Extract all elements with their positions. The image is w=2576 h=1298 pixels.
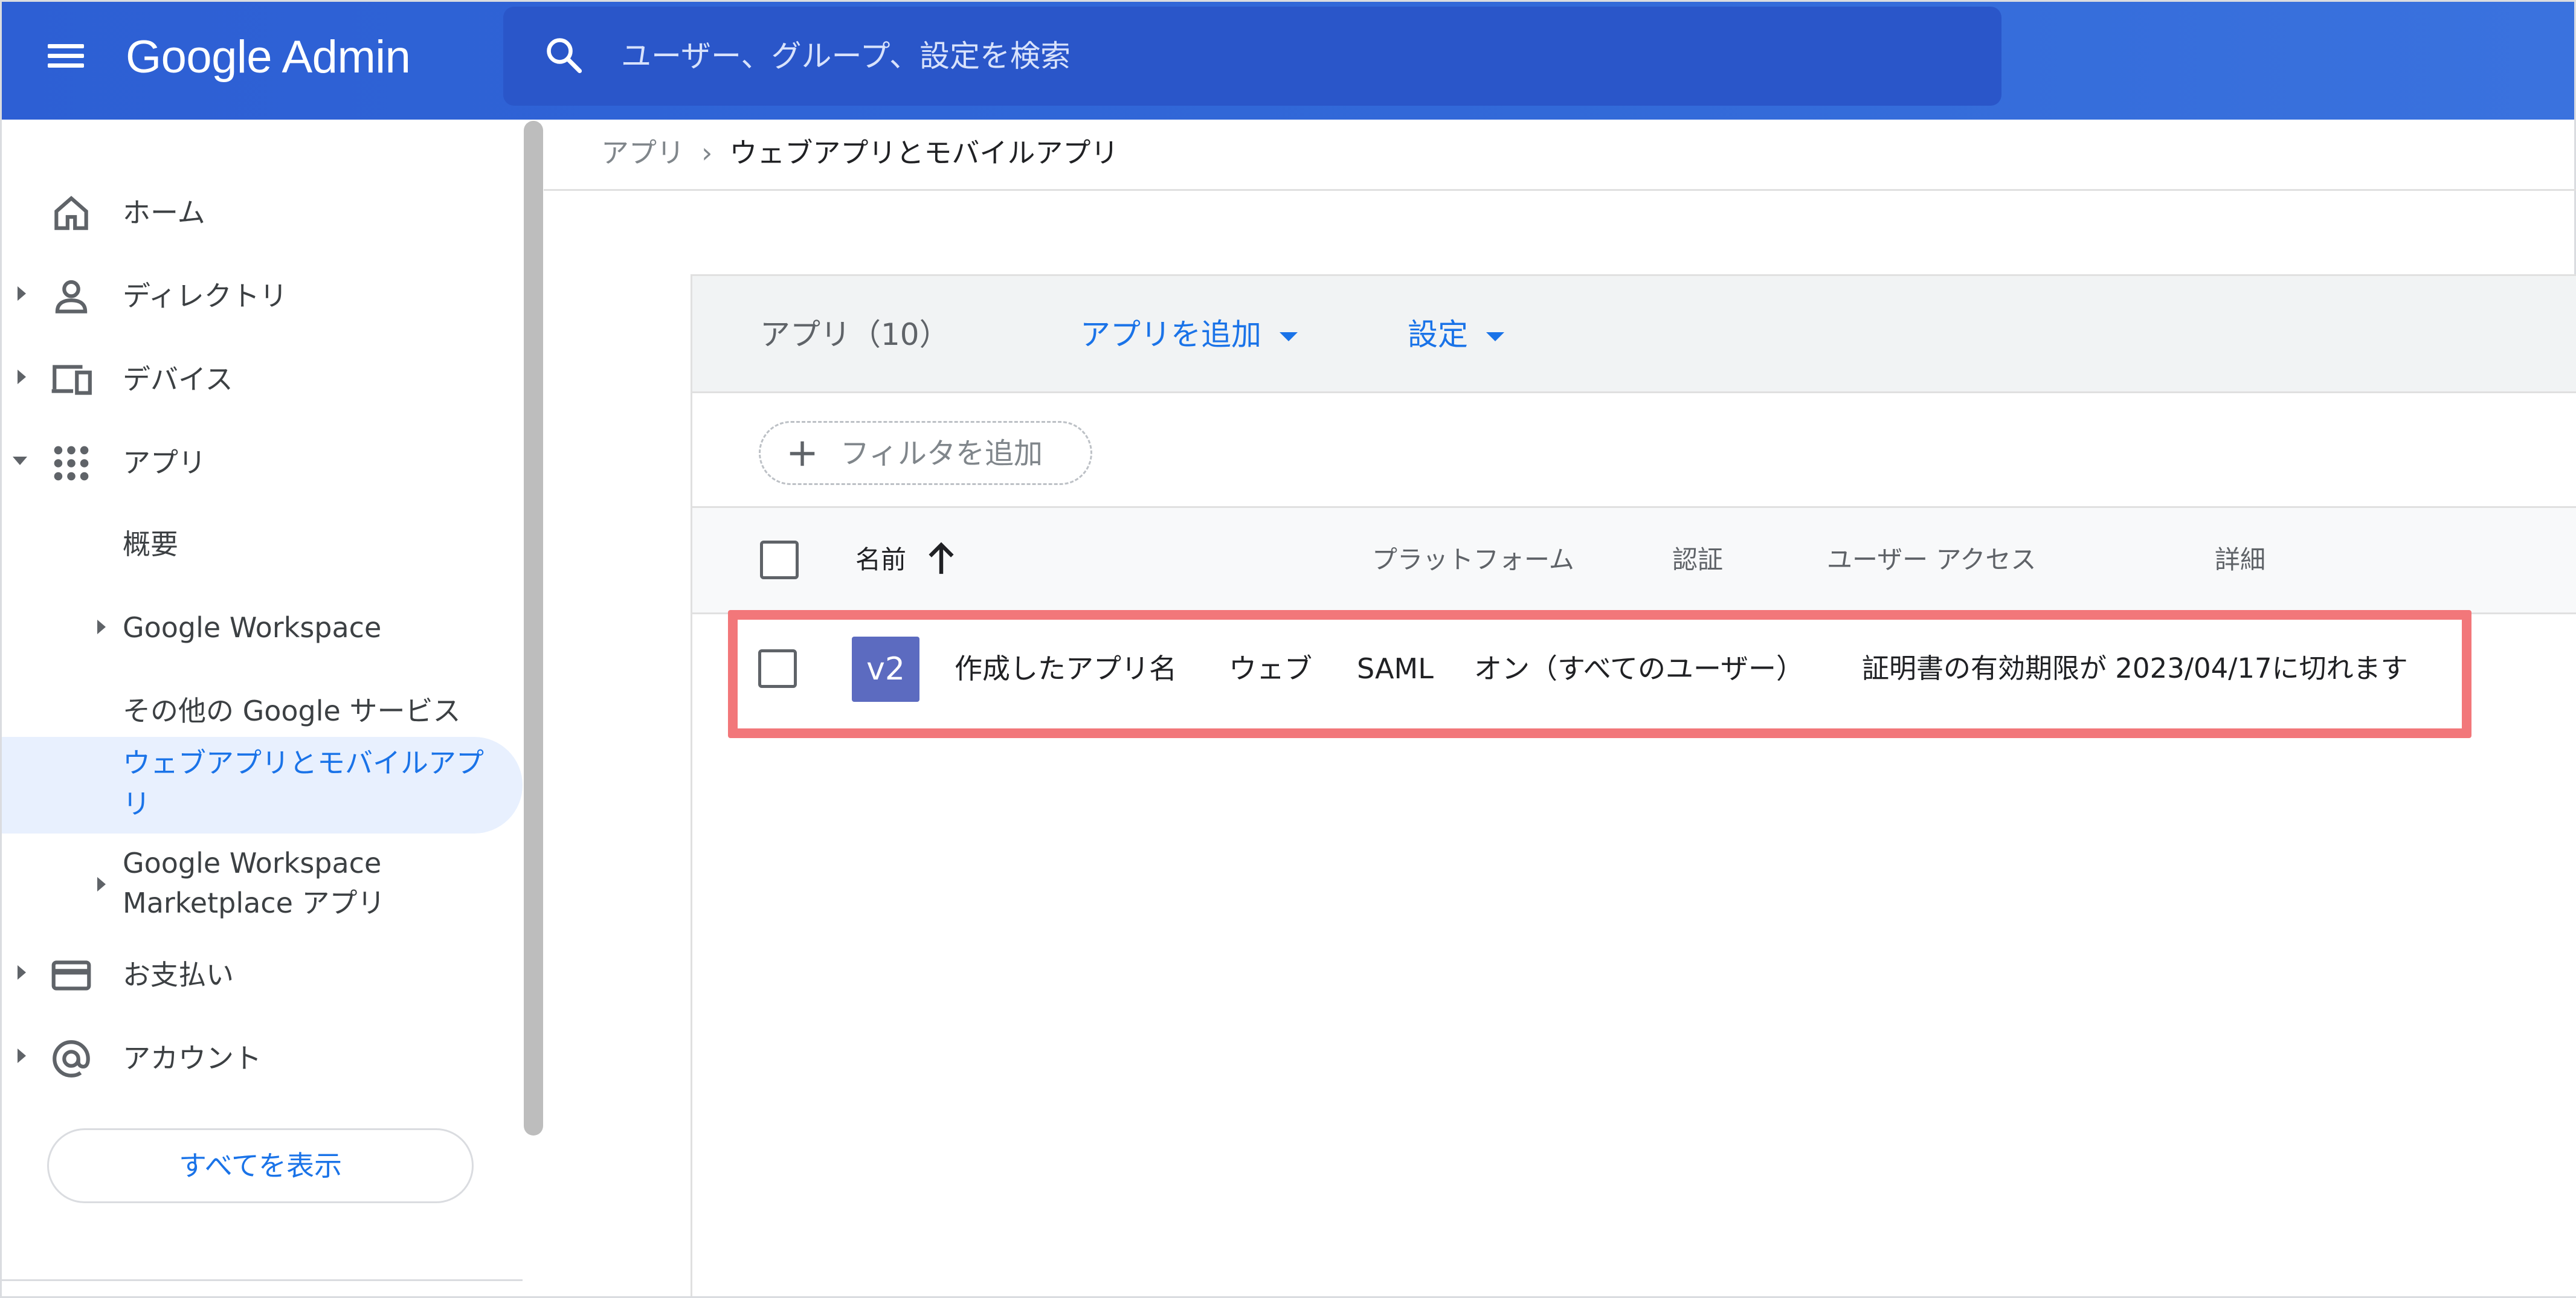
sidebar-item-account[interactable]: アカウント: [2, 1020, 521, 1092]
expand-arrow-icon[interactable]: [18, 370, 26, 384]
sidebar-subitem-other-google-services[interactable]: その他の Google サービス: [2, 674, 523, 747]
add-filter-button[interactable]: フィルタを追加: [759, 421, 1092, 485]
sidebar-item-label: アカウント: [123, 1042, 262, 1075]
sidebar-divider: [2, 1279, 523, 1281]
at-sign-icon: [53, 1040, 90, 1078]
sidebar-subitem-label: Marketplace アプリ: [123, 887, 385, 919]
breadcrumb-separator-icon: ›: [701, 137, 713, 169]
breadcrumb-link-apps[interactable]: アプリ: [601, 137, 684, 169]
sidebar-subitem-label: リ: [123, 788, 150, 820]
add-filter-label: フィルタを追加: [840, 437, 1043, 471]
expand-arrow-icon[interactable]: [18, 286, 26, 301]
sidebar-item-devices[interactable]: デバイス: [2, 341, 521, 413]
plus-icon: [790, 441, 815, 466]
sidebar-subitem-label: Google Workspace: [123, 611, 382, 644]
column-header-details[interactable]: 詳細: [2215, 542, 2265, 578]
expand-arrow-icon[interactable]: [18, 965, 26, 980]
column-header-auth[interactable]: 認証: [1672, 542, 1723, 578]
person-icon: [55, 280, 88, 313]
sidebar-subitem-label: ウェブアプリとモバイルアプ: [123, 747, 484, 779]
search-input[interactable]: ユーザー、グループ、設定を検索: [503, 7, 2001, 106]
filter-bar: フィルタを追加: [692, 393, 2576, 508]
collapse-arrow-icon[interactable]: [13, 457, 27, 465]
breadcrumb: アプリ › ウェブアプリとモバイルアプリ: [601, 133, 1118, 173]
sort-ascending-icon[interactable]: [924, 539, 958, 578]
settings-label: 設定: [1408, 317, 1468, 352]
home-icon: [54, 196, 88, 230]
add-app-label: アプリを追加: [1080, 317, 1261, 352]
apps-count: アプリ（10）: [760, 317, 950, 352]
sidebar-subitem-label: その他の Google サービス: [123, 695, 461, 727]
sidebar-item-label: アプリ: [123, 446, 206, 479]
add-app-button[interactable]: アプリを追加: [1080, 315, 1298, 355]
sidebar-item-billing[interactable]: お支払い: [2, 936, 521, 1009]
sidebar-item-label: ホーム: [123, 196, 205, 229]
settings-button[interactable]: 設定: [1408, 315, 1504, 355]
breadcrumb-divider: [544, 189, 2576, 191]
sidebar-subitem-web-mobile-apps[interactable]: ウェブアプリとモバイルアプ リ: [2, 737, 523, 834]
sidebar-item-directory[interactable]: ディレクトリ: [2, 257, 521, 330]
dropdown-caret-icon: [1280, 332, 1298, 341]
expand-arrow-icon[interactable]: [97, 877, 106, 892]
search-icon: [547, 38, 582, 74]
expand-arrow-icon[interactable]: [18, 1049, 26, 1063]
column-header-platform[interactable]: プラットフォーム: [1372, 542, 1574, 578]
highlight-box: [728, 610, 2471, 738]
sidebar-subitem-label: Google Workspace: [123, 847, 382, 879]
sidebar-subitem-marketplace-apps[interactable]: Google Workspace Marketplace アプリ: [2, 842, 523, 929]
hamburger-menu-icon[interactable]: [44, 39, 88, 72]
column-header-name[interactable]: 名前: [855, 542, 906, 578]
sidebar: ホーム ディレクトリ デバイス アプリ 概要 Google Workspace …: [2, 120, 523, 1296]
select-all-checkbox[interactable]: [760, 541, 799, 579]
credit-card-icon: [51, 960, 91, 991]
google-admin-logo[interactable]: Google Admin: [126, 27, 411, 88]
sidebar-item-apps[interactable]: アプリ: [2, 424, 521, 496]
apps-card: アプリ（10） アプリを追加 設定 フィルタを追加 名前 プラットフォーム 認証…: [691, 274, 2576, 1296]
show-all-button[interactable]: すべてを表示: [47, 1128, 474, 1203]
sidebar-subitem-label: 概要: [123, 528, 178, 561]
table-header: 名前 プラットフォーム 認証 ユーザー アクセス 詳細: [692, 508, 2576, 614]
card-toolbar: アプリ（10） アプリを追加 設定: [692, 276, 2576, 393]
sidebar-item-home[interactable]: ホーム: [2, 174, 521, 246]
devices-icon: [51, 365, 92, 395]
sidebar-subitem-google-workspace[interactable]: Google Workspace: [2, 591, 523, 663]
sidebar-subitem-overview[interactable]: 概要: [2, 507, 523, 580]
sidebar-item-label: お支払い: [123, 959, 234, 991]
breadcrumb-current: ウェブアプリとモバイルアプリ: [729, 137, 1119, 169]
top-app-bar: Google Admin ユーザー、グループ、設定を検索: [2, 2, 2574, 120]
expand-arrow-icon[interactable]: [97, 620, 106, 634]
sidebar-scrollbar[interactable]: [524, 121, 543, 1136]
sidebar-item-label: デバイス: [123, 363, 233, 396]
dropdown-caret-icon: [1486, 332, 1504, 341]
column-header-user-access[interactable]: ユーザー アクセス: [1827, 542, 2036, 578]
apps-grid-icon: [54, 446, 89, 481]
search-placeholder: ユーザー、グループ、設定を検索: [621, 39, 1071, 74]
sidebar-item-label: ディレクトリ: [123, 280, 288, 312]
